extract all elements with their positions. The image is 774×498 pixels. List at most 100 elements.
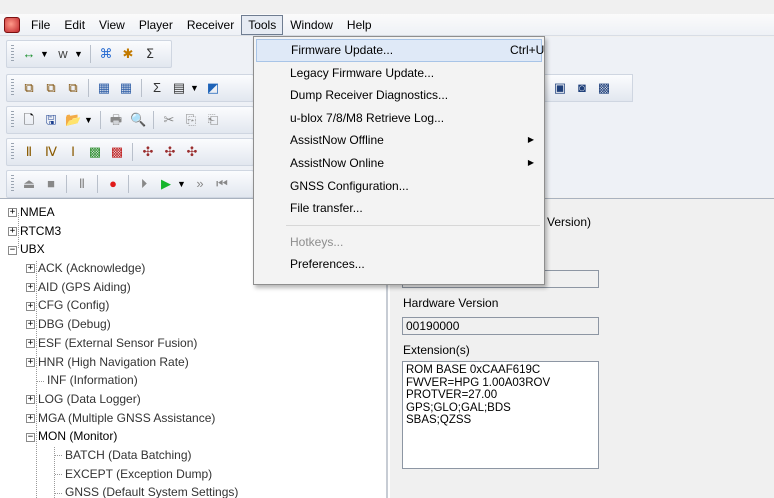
- menu-edit[interactable]: Edit: [57, 15, 92, 35]
- menu-file[interactable]: File: [24, 15, 57, 35]
- expand-icon[interactable]: +: [26, 301, 35, 311]
- rewind-to-start-icon[interactable]: ⏮: [214, 176, 230, 192]
- print-preview-icon[interactable]: 🔍: [130, 112, 146, 128]
- table-view-icon[interactable]: ▤: [171, 80, 187, 96]
- connection-icon[interactable]: ↔: [21, 46, 37, 62]
- baudrate-icon[interactable]: w: [55, 46, 71, 62]
- tree-node-log[interactable]: + LOG (Data Logger): [0, 390, 386, 409]
- app-icon[interactable]: [4, 16, 20, 33]
- expand-icon[interactable]: +: [26, 395, 35, 405]
- save-icon[interactable]: 🖫: [43, 112, 59, 128]
- collapse-icon[interactable]: −: [26, 432, 35, 442]
- msg-enable-icon[interactable]: ▩: [87, 144, 103, 160]
- hardware-version-field[interactable]: 00190000: [402, 317, 599, 335]
- menu-item-label: Hotkeys...: [290, 234, 344, 249]
- deviation-map-icon[interactable]: ◙: [574, 80, 590, 96]
- expand-icon[interactable]: +: [26, 339, 35, 349]
- menu-item-dump-receiver-diagnostics[interactable]: Dump Receiver Diagnostics...: [256, 84, 542, 107]
- toolbar-grip[interactable]: [11, 45, 14, 63]
- antenna-icon[interactable]: ⵉ: [142, 46, 158, 62]
- tree-node-dbg[interactable]: + DBG (Debug): [0, 315, 386, 334]
- record-icon[interactable]: ●: [105, 176, 121, 192]
- expand-icon[interactable]: +: [8, 227, 17, 237]
- menu-item-preferences[interactable]: Preferences...: [256, 253, 542, 276]
- menu-item-retrieve-log[interactable]: u-blox 7/8/M8 Retrieve Log...: [256, 107, 542, 130]
- messages-view-icon[interactable]: ▦: [96, 80, 112, 96]
- toolbar-grip[interactable]: [11, 111, 14, 129]
- config-view-icon[interactable]: ▦: [118, 80, 134, 96]
- open-folder-icon[interactable]: 📂: [65, 112, 81, 128]
- autobaud-icon[interactable]: ⌘: [98, 46, 114, 62]
- new-file-icon[interactable]: 🗋: [21, 112, 37, 128]
- eject-icon[interactable]: ⏏: [21, 176, 37, 192]
- toolbar-grip[interactable]: [11, 79, 14, 97]
- cut-icon[interactable]: ✂: [161, 112, 177, 128]
- menu-item-label: Dump Receiver Diagnostics...: [290, 88, 449, 103]
- extensions-textarea[interactable]: ROM BASE 0xCAAF619C FWVER=HPG 1.00A03ROV…: [402, 361, 599, 469]
- chevron-down-icon[interactable]: ▼: [84, 115, 93, 125]
- tree-node-cfg[interactable]: + CFG (Config): [0, 296, 386, 315]
- expand-icon[interactable]: +: [26, 320, 35, 330]
- statistic-view-icon[interactable]: Σ: [149, 80, 165, 96]
- chart-view-icon[interactable]: ◩: [205, 80, 221, 96]
- gear-icon[interactable]: ✣: [140, 144, 156, 160]
- menu-receiver[interactable]: Receiver: [180, 15, 241, 35]
- menu-item-file-transfer[interactable]: File transfer...: [256, 197, 542, 220]
- menu-item-assistnow-online[interactable]: AssistNow Online ▶: [256, 152, 542, 175]
- tree-node-mon[interactable]: − MON (Monitor): [0, 427, 386, 446]
- poll-all-icon[interactable]: Ⅳ: [43, 144, 59, 160]
- tree-node-except[interactable]: EXCEPT (Exception Dump): [0, 465, 386, 484]
- expand-icon[interactable]: +: [26, 413, 35, 423]
- stop-icon[interactable]: ■: [43, 176, 59, 192]
- tree-node-gnss[interactable]: GNSS (Default System Settings): [0, 483, 386, 498]
- copy-icon[interactable]: ⎘: [183, 112, 199, 128]
- enable-icon[interactable]: Ⅰ: [65, 144, 81, 160]
- play-icon[interactable]: ▶: [158, 176, 174, 192]
- text-view-icon[interactable]: ⧉: [65, 80, 81, 96]
- tree-node-inf[interactable]: INF (Information): [0, 371, 386, 390]
- expand-icon[interactable]: +: [26, 357, 35, 367]
- sky-view-icon[interactable]: ▣: [552, 80, 568, 96]
- pause-icon[interactable]: Ⅱ: [74, 176, 90, 192]
- menu-item-assistnow-offline[interactable]: AssistNow Offline ▶: [256, 129, 542, 152]
- chevron-down-icon[interactable]: ▼: [74, 49, 83, 59]
- menu-view[interactable]: View: [92, 15, 132, 35]
- msg-disable-icon[interactable]: ▩: [109, 144, 125, 160]
- toolbar-views: ⧉ ⧉ ⧉ ▦ ▦ Σ ▤ ▼ ◩: [6, 74, 254, 102]
- menu-item-firmware-update[interactable]: Firmware Update... Ctrl+U: [256, 39, 544, 62]
- packet-view-icon[interactable]: ⧉: [21, 80, 37, 96]
- menu-help[interactable]: Help: [340, 15, 379, 35]
- expand-icon[interactable]: +: [26, 264, 35, 274]
- menu-item-hotkeys: Hotkeys...: [256, 231, 542, 254]
- tree-node-hnr[interactable]: + HNR (High Navigation Rate): [0, 353, 386, 372]
- gear-icon[interactable]: ✣: [162, 144, 178, 160]
- menu-item-legacy-firmware-update[interactable]: Legacy Firmware Update...: [256, 62, 542, 85]
- satellite-level-icon[interactable]: ▩: [596, 80, 612, 96]
- toolbar-separator: [132, 143, 133, 161]
- binary-view-icon[interactable]: ⧉: [43, 80, 59, 96]
- step-icon[interactable]: ⏵: [136, 176, 152, 192]
- print-icon[interactable]: 🖶: [108, 112, 124, 128]
- chevron-down-icon[interactable]: ▼: [190, 83, 199, 93]
- chevron-down-icon[interactable]: ▼: [177, 179, 186, 189]
- settings-burst-icon[interactable]: ✱: [120, 46, 136, 62]
- tree-connector: [37, 380, 44, 382]
- tree-node-batch[interactable]: BATCH (Data Batching): [0, 446, 386, 465]
- chevron-down-icon[interactable]: ▼: [40, 49, 49, 59]
- fast-forward-icon[interactable]: »: [192, 176, 208, 192]
- toolbar-grip[interactable]: [11, 143, 14, 161]
- menu-window[interactable]: Window: [283, 15, 340, 35]
- paste-icon[interactable]: ⎗: [205, 112, 221, 128]
- collapse-icon[interactable]: −: [8, 245, 17, 255]
- poll-icon[interactable]: Ⅱ: [21, 144, 37, 160]
- tree-node-mga[interactable]: + MGA (Multiple GNSS Assistance): [0, 409, 386, 428]
- tree-label: ACK (Acknowledge): [38, 261, 146, 276]
- gear-icon[interactable]: ✣: [184, 144, 200, 160]
- expand-icon[interactable]: +: [26, 283, 35, 293]
- menu-tools[interactable]: Tools: [241, 14, 284, 35]
- expand-icon[interactable]: +: [8, 208, 17, 218]
- toolbar-grip[interactable]: [11, 175, 14, 193]
- menu-item-gnss-configuration[interactable]: GNSS Configuration...: [256, 175, 542, 198]
- tree-node-esf[interactable]: + ESF (External Sensor Fusion): [0, 334, 386, 353]
- menu-player[interactable]: Player: [132, 15, 180, 35]
